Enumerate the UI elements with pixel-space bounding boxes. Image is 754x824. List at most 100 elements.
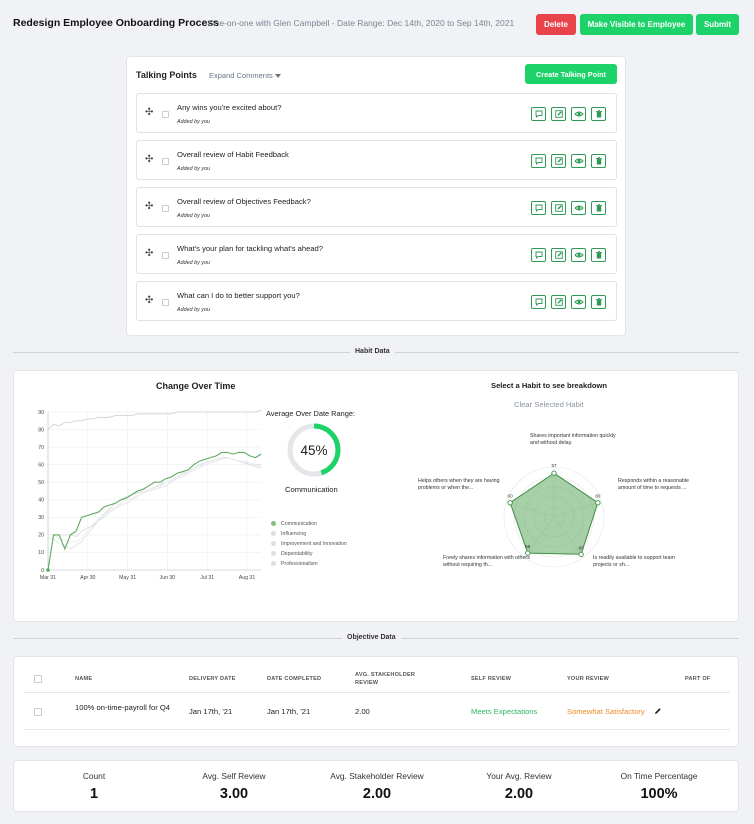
- y-tick-label: 40: [38, 498, 44, 504]
- pencil-icon[interactable]: [654, 707, 662, 715]
- comment-button[interactable]: [531, 248, 546, 262]
- trash-button[interactable]: [591, 295, 606, 309]
- legend-dot: [271, 561, 276, 567]
- radar-value-label: 60: [579, 545, 585, 550]
- talking-point-added-by: Added by you: [177, 260, 210, 266]
- talking-point-question: Any wins you're excited about?: [177, 103, 282, 112]
- talking-point-added-by: Added by you: [177, 166, 210, 172]
- x-tick-label: Mar 31: [40, 575, 56, 581]
- comment-button[interactable]: [531, 295, 546, 309]
- legend-label: Communication: [281, 521, 318, 527]
- talking-point-row[interactable]: ✣ Overall review of Objectives Feedback? A…: [136, 187, 617, 227]
- trash-button[interactable]: [591, 201, 606, 215]
- table-header-divider: [24, 692, 730, 693]
- eye-button[interactable]: [571, 107, 586, 121]
- legend-label: Improvement and Innovation: [281, 541, 347, 547]
- eye-icon: [573, 252, 584, 258]
- comment-button[interactable]: [531, 107, 546, 121]
- talking-point-checkbox[interactable]: [162, 111, 169, 118]
- legend-item[interactable]: Dependability: [271, 551, 312, 557]
- eye-button[interactable]: [571, 154, 586, 168]
- submit-button[interactable]: Submit: [696, 14, 739, 35]
- edit-icon: [554, 157, 563, 165]
- legend-label: Dependability: [281, 551, 313, 557]
- trash-icon: [595, 251, 602, 259]
- talking-point-row[interactable]: ✣ Overall review of Habit Feedback Added b…: [136, 140, 617, 180]
- eye-button[interactable]: [571, 248, 586, 262]
- eye-icon: [573, 205, 584, 211]
- series-point: [46, 568, 50, 572]
- talking-point-row[interactable]: ✣ Any wins you're excited about? Added by …: [136, 93, 617, 133]
- talking-points-card: Talking Points Expand Comments Create Ta…: [126, 56, 626, 336]
- eye-button[interactable]: [571, 201, 586, 215]
- breakdown-title: Select a Habit to see breakdown: [491, 381, 608, 390]
- create-talking-point-button[interactable]: Create Talking Point: [525, 64, 617, 84]
- objective-name[interactable]: 100% on-time-payroll for Q4: [75, 703, 170, 713]
- table-row-divider: [24, 729, 730, 730]
- drag-handle-icon[interactable]: ✣: [145, 202, 153, 212]
- clear-selected-habit-link[interactable]: Clear Selected Habit: [514, 400, 584, 409]
- trash-button[interactable]: [591, 248, 606, 262]
- radar-point: [551, 470, 557, 476]
- edit-icon: [554, 298, 563, 306]
- edit-button[interactable]: [551, 248, 566, 262]
- radar-value-label: 57: [551, 463, 557, 468]
- y-tick-label: 20: [38, 533, 44, 539]
- stat-on-time-label: On Time Percentage: [620, 771, 698, 781]
- col-header-avg-stakeholder: AVG. STAKEHOLDER REVIEW: [355, 672, 416, 687]
- x-tick-label: Jul 31: [200, 575, 214, 581]
- legend-label: Influencing: [281, 531, 307, 537]
- date-completed: Jan 17th, '21: [267, 707, 311, 716]
- edit-icon: [554, 204, 563, 212]
- col-header-delivery-date: DELIVERY DATE: [189, 676, 236, 682]
- self-review-value: Meets Expectations: [471, 707, 538, 716]
- drag-handle-icon[interactable]: ✣: [145, 108, 153, 118]
- stat-self-review-value: 3.00: [219, 786, 249, 802]
- trash-button[interactable]: [591, 154, 606, 168]
- talking-point-checkbox[interactable]: [162, 299, 169, 306]
- drag-handle-icon[interactable]: ✣: [145, 249, 153, 259]
- series-line-influencing: [47, 409, 262, 430]
- y-tick-label: 30: [38, 515, 44, 521]
- eye-button[interactable]: [571, 295, 586, 309]
- trash-icon: [595, 157, 602, 165]
- talking-point-row[interactable]: ✣ What's your plan for tackling what's ah…: [136, 234, 617, 274]
- talking-point-checkbox[interactable]: [162, 158, 169, 165]
- edit-button[interactable]: [551, 295, 566, 309]
- talking-point-question: Overall review of Habit Feedback: [177, 150, 289, 159]
- legend-dot: [271, 521, 276, 527]
- habit-data-card: Change Over Time 0 10 20 30 40 50 60 70 80 90 Mar …: [13, 370, 739, 622]
- row-checkbox[interactable]: [34, 708, 42, 716]
- talking-point-checkbox[interactable]: [162, 252, 169, 259]
- page-title: Redesign Employee Onboarding Process: [13, 17, 219, 29]
- stat-stakeholder-label: Avg. Stakeholder Review: [330, 771, 424, 781]
- radar-value-label: 60: [595, 494, 601, 499]
- trash-button[interactable]: [591, 107, 606, 121]
- drag-handle-icon[interactable]: ✣: [145, 296, 153, 306]
- legend-item[interactable]: Communication: [271, 521, 317, 527]
- delete-button[interactable]: Delete: [536, 14, 576, 35]
- talking-point-row[interactable]: ✣ What can I do to better support you? Add…: [136, 281, 617, 321]
- radar-value-label: 58: [525, 544, 531, 549]
- expand-comments-toggle[interactable]: Expand Comments: [209, 71, 281, 80]
- talking-point-checkbox[interactable]: [162, 205, 169, 212]
- legend-item[interactable]: Improvement and Innovation: [271, 541, 347, 547]
- legend-item[interactable]: Professionalism: [271, 561, 318, 567]
- edit-button[interactable]: [551, 154, 566, 168]
- edit-button[interactable]: [551, 107, 566, 121]
- make-visible-button[interactable]: Make Visible to Employee: [580, 14, 693, 35]
- y-tick-label: 80: [38, 427, 44, 433]
- page-header: Redesign Employee Onboarding Process One…: [13, 14, 739, 36]
- edit-icon: [554, 251, 563, 259]
- average-habit-name: Communication: [285, 485, 338, 494]
- talking-point-question: Overall review of Objectives Feedback?: [177, 197, 311, 206]
- select-all-checkbox[interactable]: [34, 675, 42, 683]
- legend-dot: [271, 551, 276, 557]
- comment-button[interactable]: [531, 201, 546, 215]
- legend-item[interactable]: Influencing: [271, 531, 306, 537]
- objective-data-card: NAME DELIVERY DATE DATE COMPLETED AVG. S…: [13, 656, 739, 747]
- comment-button[interactable]: [531, 154, 546, 168]
- drag-handle-icon[interactable]: ✣: [145, 155, 153, 165]
- stat-on-time-value: 100%: [640, 786, 678, 802]
- edit-button[interactable]: [551, 201, 566, 215]
